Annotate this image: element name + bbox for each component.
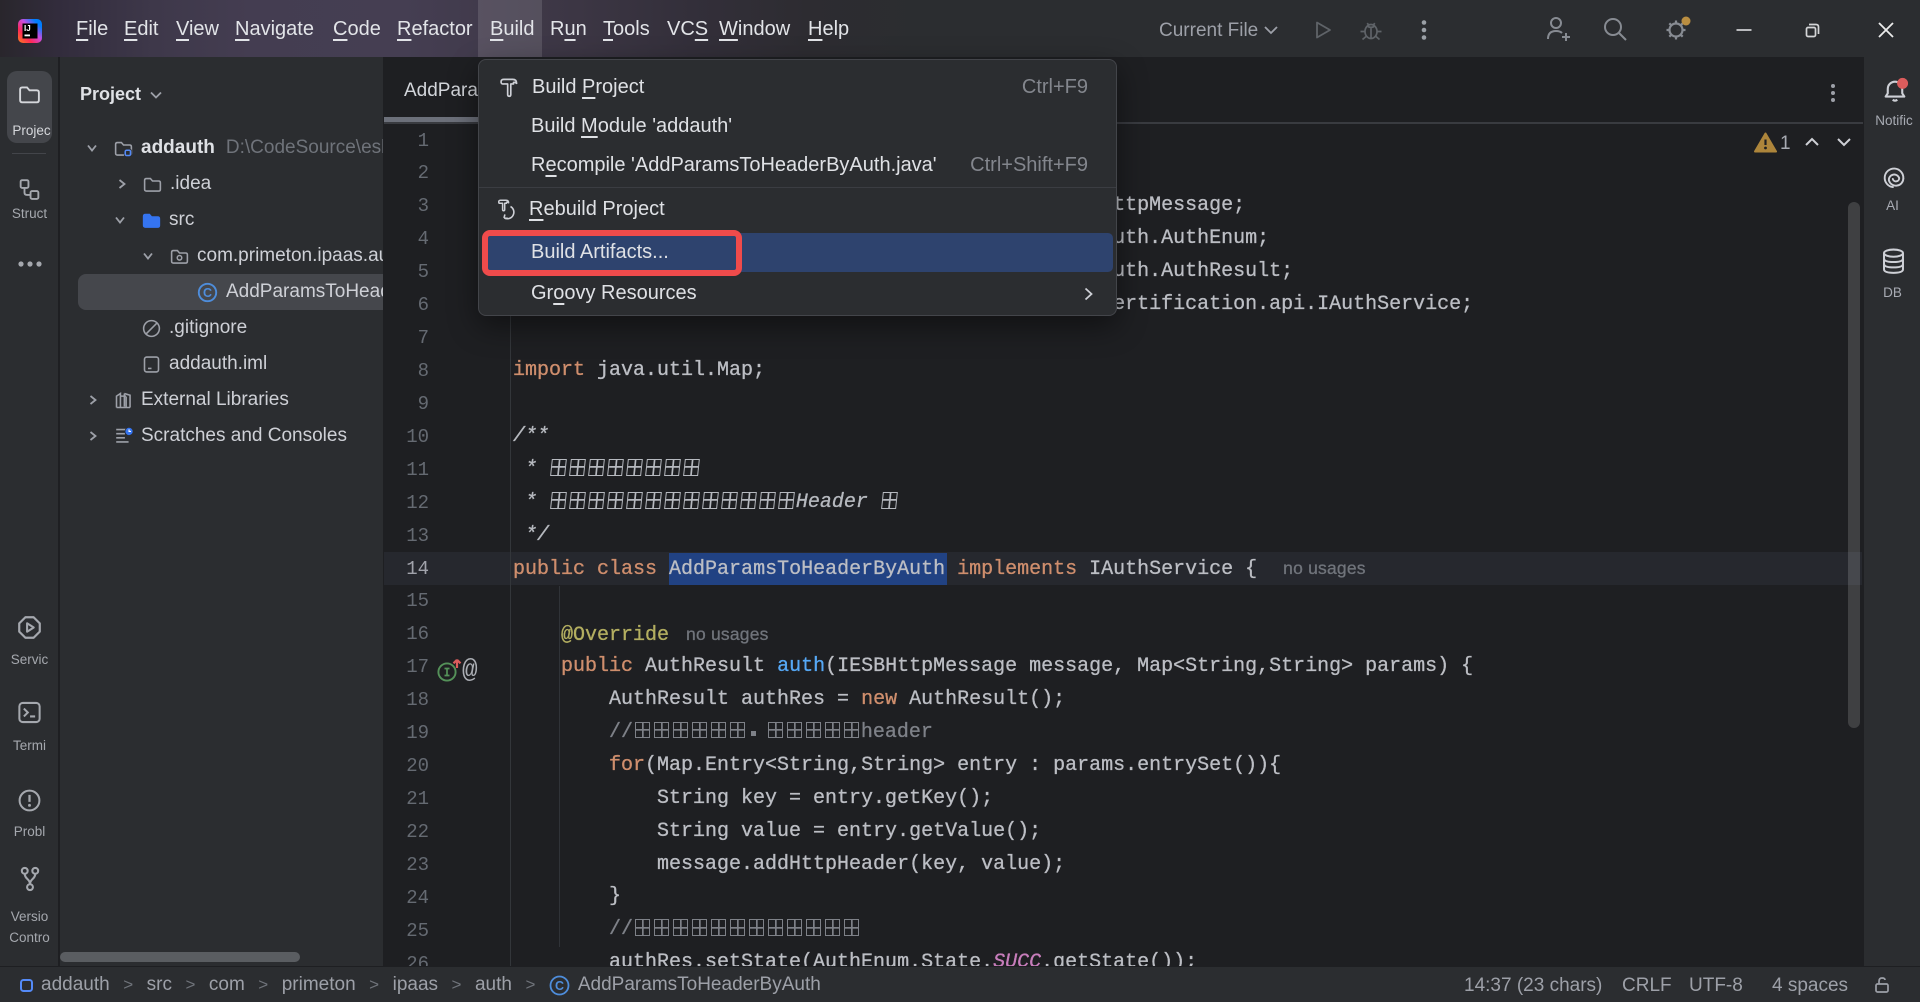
- svg-text:C: C: [555, 979, 564, 993]
- svg-text:C: C: [203, 286, 212, 300]
- svg-text:IJ: IJ: [24, 24, 31, 33]
